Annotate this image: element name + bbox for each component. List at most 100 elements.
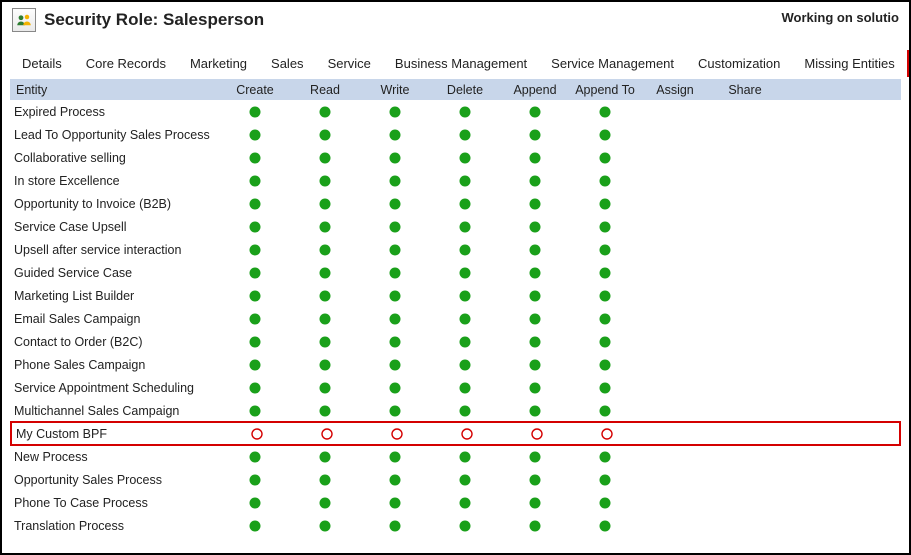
permission-full-icon[interactable] [528, 450, 542, 464]
permission-full-icon[interactable] [458, 381, 472, 395]
permission-full-icon[interactable] [458, 174, 472, 188]
permission-full-icon[interactable] [528, 197, 542, 211]
entity-name[interactable]: Contact to Order (B2C) [10, 335, 220, 349]
permission-full-icon[interactable] [458, 404, 472, 418]
permission-full-icon[interactable] [318, 473, 332, 487]
permission-full-icon[interactable] [388, 496, 402, 510]
permission-full-icon[interactable] [248, 174, 262, 188]
permission-full-icon[interactable] [458, 312, 472, 326]
entity-name[interactable]: My Custom BPF [12, 427, 222, 441]
column-header-entity[interactable]: Entity [10, 81, 220, 99]
permission-full-icon[interactable] [598, 197, 612, 211]
entity-name[interactable]: Marketing List Builder [10, 289, 220, 303]
permission-full-icon[interactable] [388, 151, 402, 165]
entity-name[interactable]: Multichannel Sales Campaign [10, 404, 220, 418]
permission-full-icon[interactable] [598, 496, 612, 510]
permission-full-icon[interactable] [598, 289, 612, 303]
permission-full-icon[interactable] [318, 151, 332, 165]
column-header-append[interactable]: Append [500, 81, 570, 99]
column-header-write[interactable]: Write [360, 81, 430, 99]
permission-full-icon[interactable] [528, 473, 542, 487]
permission-full-icon[interactable] [528, 312, 542, 326]
permission-full-icon[interactable] [458, 197, 472, 211]
permission-full-icon[interactable] [458, 220, 472, 234]
tab-missing-entities[interactable]: Missing Entities [792, 50, 906, 77]
entity-name[interactable]: New Process [10, 450, 220, 464]
permission-full-icon[interactable] [388, 335, 402, 349]
entity-name[interactable]: In store Excellence [10, 174, 220, 188]
column-header-append-to[interactable]: Append To [570, 81, 640, 99]
permission-none-icon[interactable] [390, 427, 404, 441]
entity-name[interactable]: Service Case Upsell [10, 220, 220, 234]
entity-name[interactable]: Collaborative selling [10, 151, 220, 165]
permission-full-icon[interactable] [528, 220, 542, 234]
permission-full-icon[interactable] [598, 473, 612, 487]
permission-full-icon[interactable] [598, 220, 612, 234]
permission-full-icon[interactable] [318, 519, 332, 533]
entity-name[interactable]: Phone To Case Process [10, 496, 220, 510]
permission-full-icon[interactable] [248, 266, 262, 280]
permission-full-icon[interactable] [248, 450, 262, 464]
tab-service[interactable]: Service [316, 50, 383, 77]
permission-full-icon[interactable] [458, 519, 472, 533]
column-header-assign[interactable]: Assign [640, 81, 710, 99]
permission-full-icon[interactable] [598, 450, 612, 464]
permission-full-icon[interactable] [248, 128, 262, 142]
entity-name[interactable]: Upsell after service interaction [10, 243, 220, 257]
permission-full-icon[interactable] [248, 312, 262, 326]
permission-full-icon[interactable] [318, 105, 332, 119]
permission-full-icon[interactable] [248, 519, 262, 533]
permission-full-icon[interactable] [598, 266, 612, 280]
permission-full-icon[interactable] [318, 404, 332, 418]
permission-full-icon[interactable] [528, 519, 542, 533]
permission-full-icon[interactable] [598, 312, 612, 326]
permission-full-icon[interactable] [458, 335, 472, 349]
permission-none-icon[interactable] [250, 427, 264, 441]
permission-full-icon[interactable] [528, 128, 542, 142]
entity-name[interactable]: Phone Sales Campaign [10, 358, 220, 372]
permission-full-icon[interactable] [318, 174, 332, 188]
permission-full-icon[interactable] [458, 243, 472, 257]
permission-none-icon[interactable] [600, 427, 614, 441]
permission-full-icon[interactable] [458, 473, 472, 487]
permission-full-icon[interactable] [458, 450, 472, 464]
permission-full-icon[interactable] [598, 174, 612, 188]
permission-none-icon[interactable] [460, 427, 474, 441]
permission-full-icon[interactable] [528, 243, 542, 257]
permission-full-icon[interactable] [248, 496, 262, 510]
column-header-create[interactable]: Create [220, 81, 290, 99]
permission-full-icon[interactable] [318, 450, 332, 464]
permission-full-icon[interactable] [388, 266, 402, 280]
column-header-share[interactable]: Share [710, 81, 780, 99]
permission-full-icon[interactable] [388, 519, 402, 533]
tab-business-management[interactable]: Business Management [383, 50, 539, 77]
permission-full-icon[interactable] [248, 289, 262, 303]
permission-full-icon[interactable] [318, 381, 332, 395]
permission-full-icon[interactable] [458, 496, 472, 510]
permission-full-icon[interactable] [318, 266, 332, 280]
entity-name[interactable]: Opportunity Sales Process [10, 473, 220, 487]
permission-full-icon[interactable] [388, 128, 402, 142]
tab-sales[interactable]: Sales [259, 50, 316, 77]
permission-full-icon[interactable] [318, 243, 332, 257]
permission-full-icon[interactable] [388, 450, 402, 464]
permission-full-icon[interactable] [388, 381, 402, 395]
permission-full-icon[interactable] [318, 128, 332, 142]
permission-full-icon[interactable] [598, 404, 612, 418]
permission-full-icon[interactable] [458, 105, 472, 119]
permission-full-icon[interactable] [248, 473, 262, 487]
permission-full-icon[interactable] [248, 381, 262, 395]
entity-name[interactable]: Email Sales Campaign [10, 312, 220, 326]
permission-full-icon[interactable] [318, 496, 332, 510]
permission-full-icon[interactable] [388, 220, 402, 234]
permission-full-icon[interactable] [528, 105, 542, 119]
permission-full-icon[interactable] [598, 519, 612, 533]
permission-full-icon[interactable] [318, 220, 332, 234]
permission-full-icon[interactable] [248, 358, 262, 372]
tab-service-management[interactable]: Service Management [539, 50, 686, 77]
permission-full-icon[interactable] [248, 105, 262, 119]
entity-name[interactable]: Service Appointment Scheduling [10, 381, 220, 395]
entity-name[interactable]: Lead To Opportunity Sales Process [10, 128, 220, 142]
permission-full-icon[interactable] [598, 358, 612, 372]
tab-customization[interactable]: Customization [686, 50, 792, 77]
